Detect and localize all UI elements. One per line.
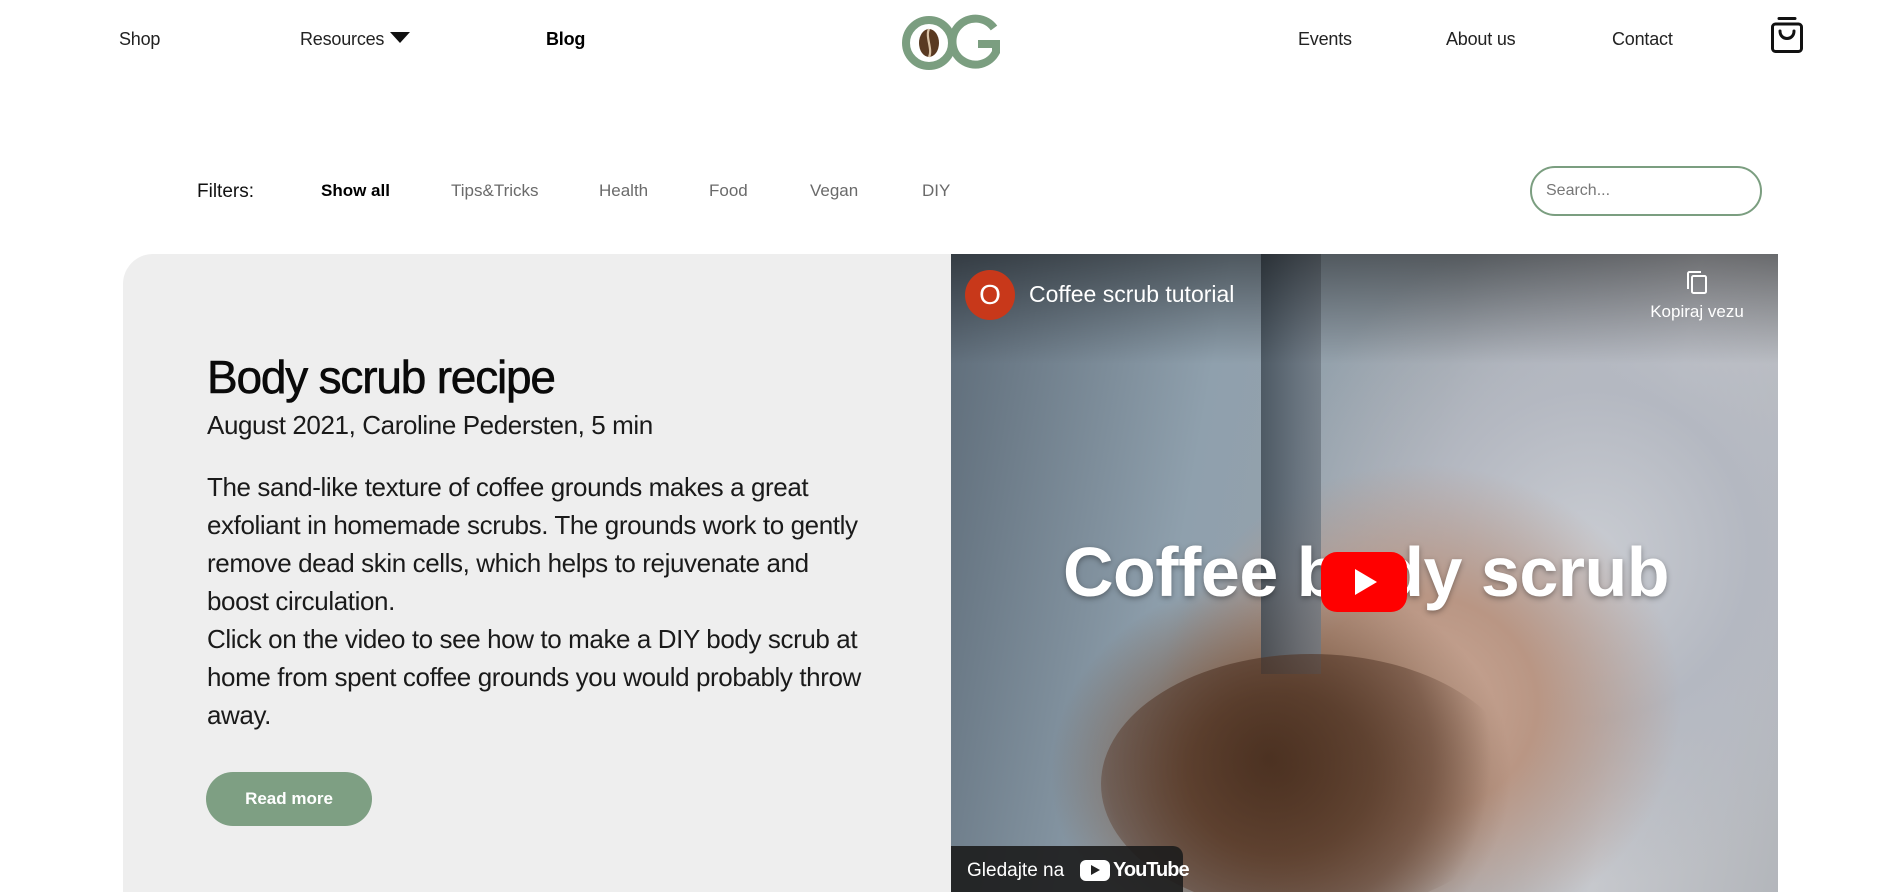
youtube-icon bbox=[1080, 859, 1110, 881]
copy-icon bbox=[1687, 271, 1707, 294]
site-header: Shop Resources Blog Events About us Cont… bbox=[0, 0, 1896, 80]
nav-events[interactable]: Events bbox=[1298, 29, 1352, 50]
search-input[interactable] bbox=[1530, 166, 1762, 216]
filter-health[interactable]: Health bbox=[599, 181, 648, 201]
nav-shop[interactable]: Shop bbox=[119, 29, 160, 50]
youtube-logo: YouTube bbox=[1080, 858, 1190, 882]
video-player[interactable]: O Coffee scrub tutorial Kopiraj vezu Cof… bbox=[951, 254, 1778, 892]
video-title[interactable]: Coffee scrub tutorial bbox=[1029, 281, 1234, 308]
post-paragraph: The sand-like texture of coffee grounds … bbox=[207, 472, 858, 616]
logo-icon[interactable] bbox=[900, 14, 1004, 72]
nav-resources[interactable]: Resources bbox=[300, 29, 411, 50]
filter-tips-tricks[interactable]: Tips&Tricks bbox=[451, 181, 539, 201]
post-body: The sand-like texture of coffee grounds … bbox=[207, 468, 877, 734]
post-meta: August 2021, Caroline Pedersten, 5 min bbox=[207, 410, 653, 440]
shopping-bag-icon[interactable] bbox=[1770, 16, 1804, 54]
post-title: Body scrub recipe bbox=[207, 351, 557, 404]
filter-diy[interactable]: DIY bbox=[922, 181, 950, 201]
filter-show-all[interactable]: Show all bbox=[321, 181, 390, 201]
watch-on-label: Gledajte na bbox=[967, 860, 1065, 881]
nav-blog[interactable]: Blog bbox=[546, 29, 585, 50]
filters-label: Filters: bbox=[197, 181, 254, 202]
youtube-wordmark: YouTube bbox=[1113, 858, 1190, 881]
post-paragraph: Click on the video to see how to make a … bbox=[207, 624, 861, 730]
watch-on-youtube-button[interactable]: Gledajte na YouTube bbox=[951, 846, 1190, 892]
filter-vegan[interactable]: Vegan bbox=[810, 181, 858, 201]
filter-food[interactable]: Food bbox=[709, 181, 748, 201]
nav-about-us[interactable]: About us bbox=[1446, 29, 1516, 50]
copy-link-label: Kopiraj vezu bbox=[1650, 302, 1744, 321]
nav-contact[interactable]: Contact bbox=[1612, 29, 1673, 50]
caret-down-icon bbox=[390, 32, 411, 43]
channel-avatar[interactable]: O bbox=[965, 270, 1015, 320]
copy-link-button[interactable]: Kopiraj vezu bbox=[1642, 270, 1752, 322]
play-icon[interactable] bbox=[1321, 552, 1407, 612]
nav-resources-label: Resources bbox=[300, 29, 385, 49]
read-more-button[interactable]: Read more bbox=[206, 772, 372, 826]
